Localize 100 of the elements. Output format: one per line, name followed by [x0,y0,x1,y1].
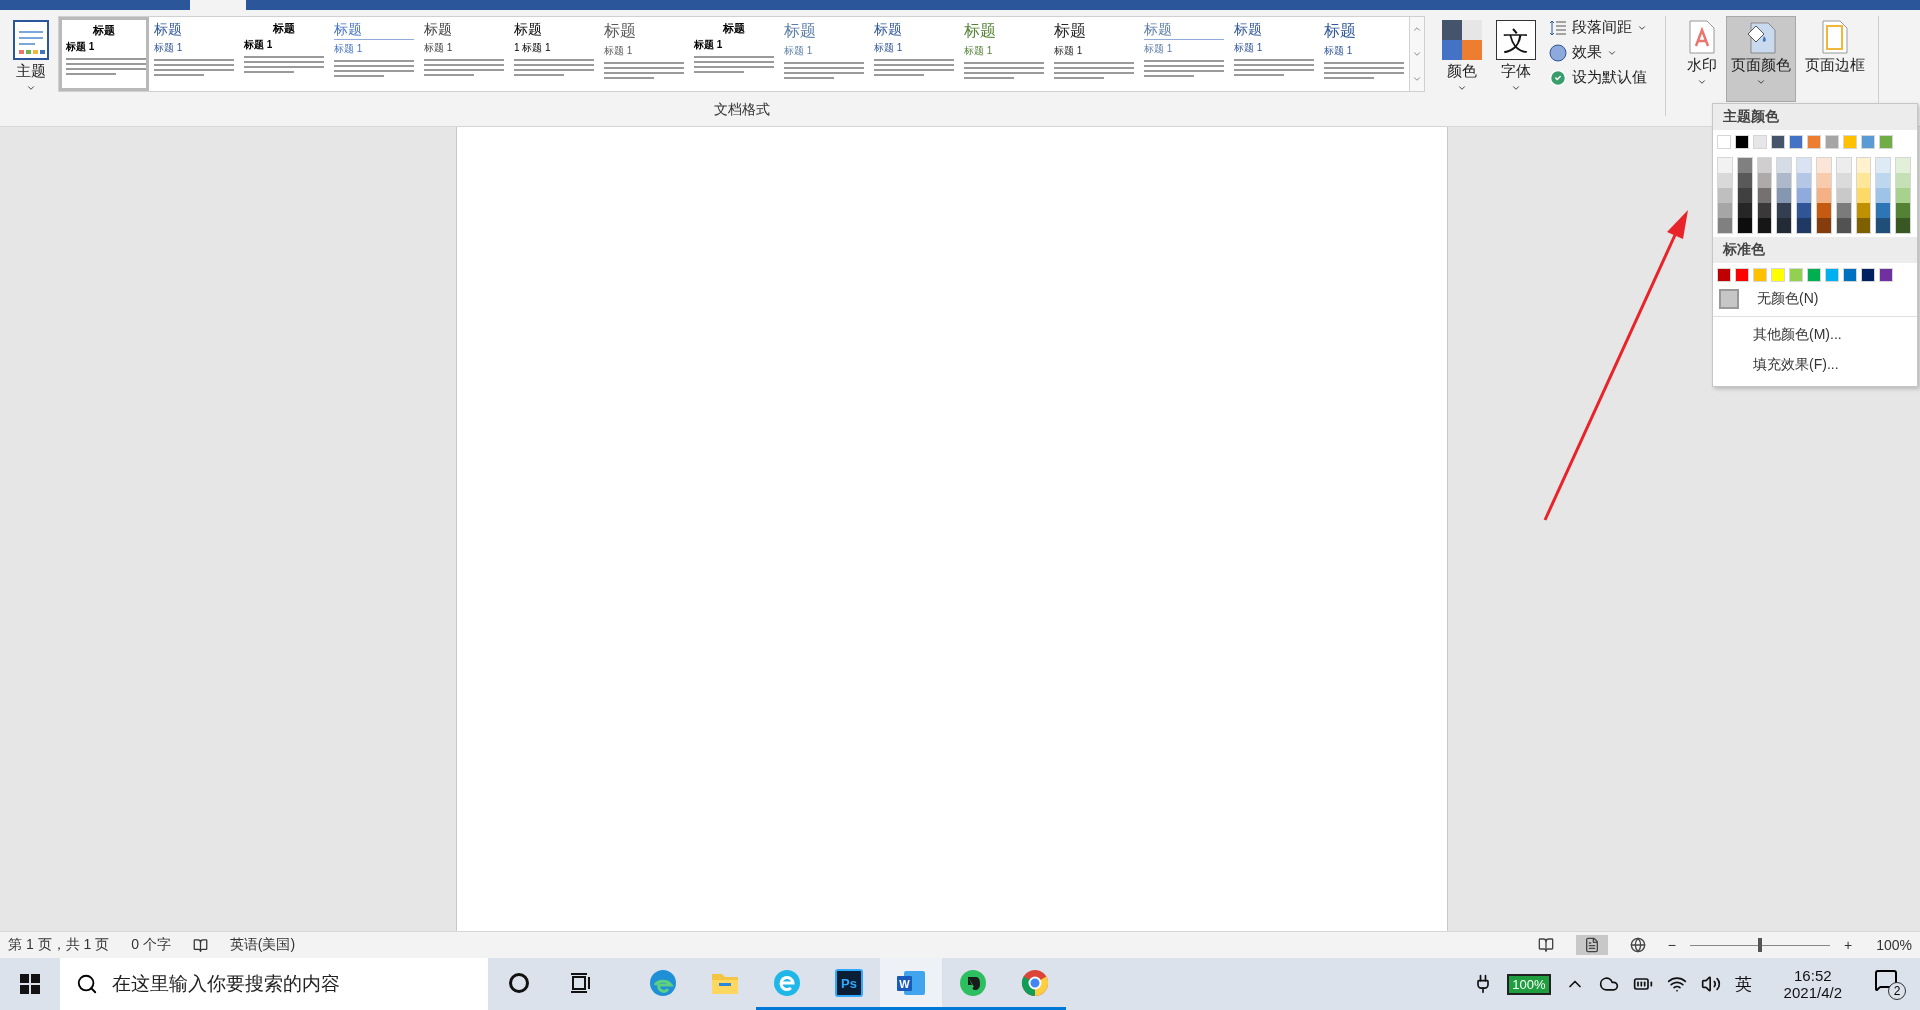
color-swatch[interactable] [1896,173,1910,188]
color-swatch[interactable] [1797,218,1811,233]
color-squares-icon [1442,20,1482,60]
zoom-out-button[interactable]: − [1667,937,1676,953]
color-swatch[interactable] [1856,158,1871,173]
color-swatch[interactable] [1856,188,1871,203]
color-swatch[interactable] [1737,218,1752,233]
thumbnail-heading: 标题 1 [964,44,993,58]
color-swatch[interactable] [1777,173,1792,188]
color-swatch[interactable] [1777,203,1792,218]
color-swatch[interactable] [1817,158,1831,173]
ribbon-button[interactable]: 效果 [1545,41,1651,64]
color-swatch[interactable] [1771,268,1785,282]
color-swatch[interactable] [1879,268,1893,282]
colors-button[interactable]: 颜色 [1437,16,1487,102]
slider-thumb[interactable] [1758,938,1762,952]
color-swatch[interactable] [1896,188,1910,203]
color-swatch[interactable] [1856,203,1871,218]
color-swatch[interactable] [1797,158,1811,173]
color-swatch[interactable] [1896,158,1910,173]
search-field[interactable]: 在这里输入你要搜索的内容 [60,958,488,1010]
color-swatch[interactable] [1717,135,1731,149]
color-swatch[interactable] [1718,203,1732,218]
menu-item[interactable]: 无颜色(N) [1713,285,1917,313]
view-button[interactable] [1575,935,1608,955]
ribbon-button[interactable]: 设为默认值 [1545,66,1651,89]
color-swatch[interactable] [1757,203,1772,218]
color-swatch[interactable] [1817,173,1831,188]
style-thumbnail[interactable]: 标题 标题 1 [59,17,149,91]
color-swatch[interactable] [1836,173,1851,188]
taskbar-app[interactable]: W [880,958,942,1010]
color-swatch[interactable] [1876,173,1891,188]
color-swatch[interactable] [1718,188,1732,203]
color-swatch[interactable] [1718,218,1732,233]
menu-item[interactable]: 填充效果(F)... [1713,350,1917,380]
watermark-icon [1688,20,1716,54]
color-swatch[interactable] [1737,188,1752,203]
chevron-down-icon [1412,49,1422,59]
color-swatch[interactable] [1861,268,1875,282]
color-swatch[interactable] [1737,203,1752,218]
color-swatch[interactable] [1876,203,1891,218]
color-swatch[interactable] [1843,135,1857,149]
color-swatch[interactable] [1757,173,1772,188]
color-swatch[interactable] [1735,268,1749,282]
color-swatch[interactable] [1861,135,1875,149]
color-swatch[interactable] [1836,188,1851,203]
color-swatch[interactable] [1777,188,1792,203]
color-swatch[interactable] [1836,218,1851,233]
color-swatch[interactable] [1717,268,1731,282]
color-swatch[interactable] [1817,218,1831,233]
color-swatch[interactable] [1836,158,1851,173]
color-swatch[interactable] [1876,158,1891,173]
clock[interactable]: 16:52 2021/4/2 [1783,967,1842,1001]
ribbon-button[interactable]: 页面边框 [1800,16,1870,102]
theme-button[interactable]: 主题 [8,16,54,102]
color-swatch[interactable] [1735,135,1749,149]
color-swatch[interactable] [1789,268,1803,282]
color-swatch[interactable] [1825,268,1839,282]
color-swatch[interactable] [1797,203,1811,218]
color-swatch[interactable] [1856,173,1871,188]
word-count: 0 个字 [131,936,171,954]
input-method[interactable]: 英 [1734,972,1752,996]
ribbon-button[interactable]: 水印 [1682,16,1722,102]
color-swatch[interactable] [1825,135,1839,149]
effects-icon [1549,43,1567,62]
color-swatch[interactable] [1718,158,1732,173]
color-swatch[interactable] [1777,218,1792,233]
color-swatch[interactable] [1757,158,1772,173]
color-swatch[interactable] [1718,173,1732,188]
color-swatch[interactable] [1817,203,1831,218]
fonts-button[interactable]: 文 字体 [1491,16,1541,102]
color-swatch[interactable] [1757,218,1772,233]
color-swatch[interactable] [1896,203,1910,218]
color-swatch[interactable] [1757,188,1772,203]
color-swatch[interactable] [1879,135,1893,149]
color-swatch[interactable] [1876,218,1891,233]
color-swatch[interactable] [1753,268,1767,282]
color-swatch[interactable] [1807,268,1821,282]
color-swatch[interactable] [1836,203,1851,218]
notification-button[interactable]: 2 [1874,968,1906,1000]
ribbon-button[interactable]: 段落间距 [1545,16,1651,39]
color-swatch[interactable] [1856,218,1871,233]
color-swatch[interactable] [1737,158,1752,173]
color-swatch[interactable] [1876,188,1891,203]
color-swatch[interactable] [1843,268,1857,282]
color-swatch[interactable] [1777,158,1792,173]
color-swatch[interactable] [1797,188,1811,203]
color-swatch[interactable] [1771,135,1785,149]
color-swatch[interactable] [1737,173,1752,188]
color-swatch[interactable] [1817,188,1831,203]
color-swatch[interactable] [1753,135,1767,149]
menu-item[interactable]: 其他颜色(M)... [1713,320,1917,350]
thumbnail-heading: 标题 1 [784,44,813,58]
color-swatch[interactable] [1797,173,1811,188]
color-swatch[interactable] [1807,135,1821,149]
check-icon [1549,68,1567,87]
zoom-in-button[interactable]: + [1844,937,1853,953]
ribbon-button[interactable]: 页面颜色 [1726,16,1796,102]
color-swatch[interactable] [1789,135,1803,149]
color-swatch[interactable] [1896,218,1910,233]
